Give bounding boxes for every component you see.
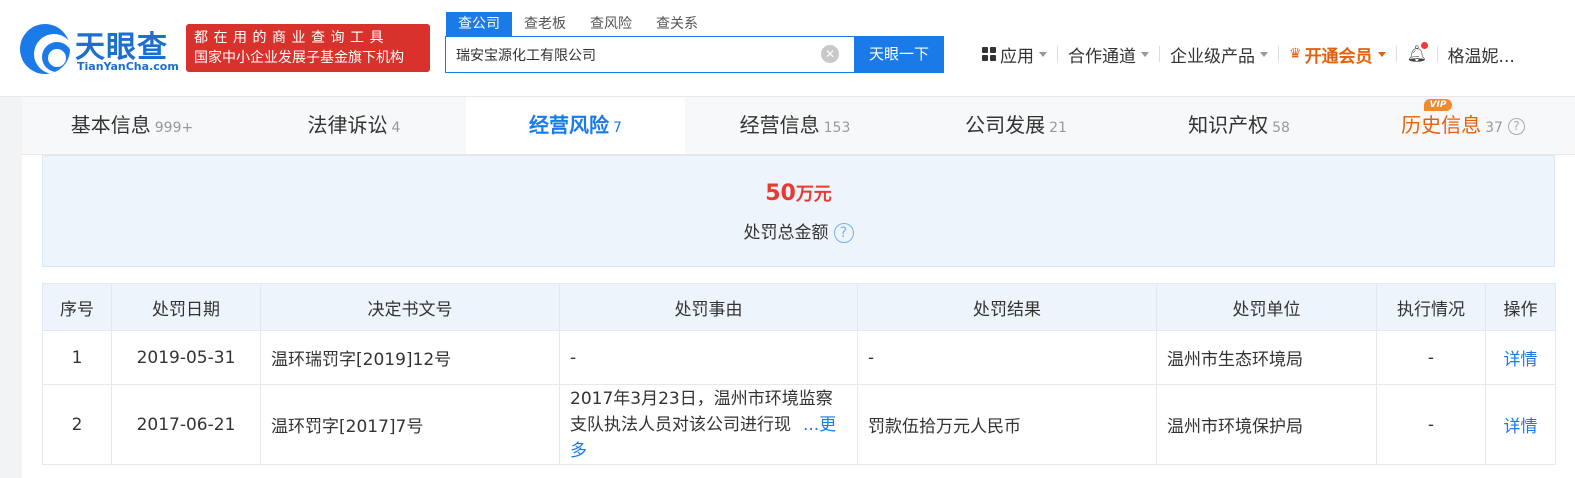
tab-label: 法律诉讼 [307,113,388,137]
cell-reason: 2017年3月23日，温州市环境监察支队执法人员对该公司进行现 ...更多 [559,384,858,465]
section-tabs: 基本信息 999+ 法律诉讼 4 经营风险 7 经营信息 153 公司发展 21 知识产权… [22,97,1575,155]
nav-user[interactable]: 格温妮... [1448,42,1515,67]
detail-link[interactable]: 详情 [1504,350,1538,370]
search-type-tabs: 查公司 查老板 查风险 查关系 [446,12,710,36]
table-row: 2 2017-06-21 温环罚字[2017]7号 2017年3月23日，温州市… [42,384,1556,465]
chevron-down-icon [1039,51,1047,57]
cell-doc: 温环罚字[2017]7号 [260,384,560,465]
cell-status: - [1376,384,1486,465]
col-header-date: 处罚日期 [111,283,261,331]
cell-org: 温州市生态环境局 [1156,330,1377,385]
slogan-line1: 都在用的商业查询工具 [194,30,389,46]
cell-status: - [1376,330,1486,385]
tab-count: 21 [1049,120,1067,136]
nav-apps[interactable]: 应用 [982,42,1047,67]
col-header-reason: 处罚事由 [559,283,858,331]
search-tab-risk[interactable]: 查风险 [578,12,644,36]
search-tab-company[interactable]: 查公司 [446,12,512,36]
cell-org: 温州市环境保护局 [1156,384,1377,465]
slogan-banner: 都在用的商业查询工具 国家中小企业发展子基金旗下机构 [186,24,430,72]
search-tab-boss[interactable]: 查老板 [512,12,578,36]
cell-no: 1 [42,330,112,385]
vip-badge: VIP [1424,99,1452,111]
tab-development[interactable]: 公司发展 21 [905,97,1127,154]
tab-business-risk[interactable]: 经营风险 7 [466,97,685,154]
tab-count: 58 [1272,120,1290,136]
tianyancha-logo[interactable]: 天眼查 TianYanCha.com [20,22,180,74]
main-content: 50万元 处罚总金额? 序号 处罚日期 决定书文号 处罚事由 处罚结果 处罚单位… [22,155,1575,478]
nav-vip[interactable]: ♛ 开通会员 [1289,42,1386,67]
clear-icon[interactable]: ✕ [821,45,839,63]
notification-dot [1420,42,1428,49]
chevron-down-icon [1377,51,1386,57]
cell-reason: - [559,330,858,385]
cell-action: 详情 [1485,384,1556,465]
tab-label: 经营风险 [529,113,610,137]
penalty-table: 序号 处罚日期 决定书文号 处罚事由 处罚结果 处罚单位 执行情况 操作 1 2… [42,283,1556,465]
tab-count: 37 [1485,120,1503,136]
tab-basic-info[interactable]: 基本信息 999+ [22,97,242,154]
reason-text: 2017年3月23日，温州市环境监察支队执法人员对该公司进行现 [570,388,833,435]
amount-value: 50 [765,181,796,206]
apps-grid-icon [982,47,996,61]
nav-apps-label: 应用 [1000,46,1034,67]
detail-link[interactable]: 详情 [1504,417,1538,437]
cell-result: 罚款伍拾万元人民币 [857,384,1157,465]
cell-no: 2 [42,384,112,465]
tab-label: 基本信息 [70,113,151,137]
penalty-summary: 50万元 处罚总金额? [42,155,1555,267]
tab-label: 历史信息 [1401,113,1482,137]
col-header-doc: 决定书文号 [260,283,560,331]
nav-vip-label: 开通会员 [1304,46,1373,67]
nav-enterprise-label: 企业级产品 [1170,46,1255,67]
tab-count: 153 [823,120,851,136]
search-button[interactable]: 天眼一下 [854,36,944,73]
help-icon[interactable]: ? [1507,118,1525,135]
tab-count: 7 [613,120,622,136]
chevron-down-icon [1141,51,1149,57]
cell-date: 2019-05-31 [111,330,261,385]
table-header-row: 序号 处罚日期 决定书文号 处罚事由 处罚结果 处罚单位 执行情况 操作 [42,283,1556,331]
cell-action: 详情 [1485,330,1556,385]
penalty-total-amount: 50万元 [43,180,1554,206]
cell-doc: 温环瑞罚字[2019]12号 [260,330,560,385]
slogan-line2: 国家中小企业发展子基金旗下机构 [194,50,404,66]
search-tab-relation[interactable]: 查关系 [644,12,710,36]
nav-enterprise[interactable]: 企业级产品 [1170,42,1268,67]
col-header-action: 操作 [1485,283,1556,331]
nav-notifications[interactable]: 🔔︎ [1407,42,1428,64]
cell-date: 2017-06-21 [111,384,261,465]
col-header-result: 处罚结果 [857,283,1157,331]
cell-result: - [857,330,1157,385]
help-icon[interactable]: ? [833,223,854,243]
col-header-org: 处罚单位 [1156,283,1377,331]
nav-channel[interactable]: 合作通道 [1068,42,1149,67]
tab-business-info[interactable]: 经营信息 153 [685,97,905,154]
col-header-no: 序号 [42,283,112,331]
search-input[interactable] [446,37,852,72]
tab-legal[interactable]: 法律诉讼 4 [242,97,466,154]
nav-channel-label: 合作通道 [1068,46,1136,67]
table-row: 1 2019-05-31 温环瑞罚字[2019]12号 - - 温州市生态环境局… [42,330,1556,385]
user-name: 格温妮... [1447,46,1515,67]
top-nav: 应用 合作通道 企业级产品 ♛ 开通会员 🔔︎ 格温妮... [982,40,1515,68]
col-header-status: 执行情况 [1376,283,1486,331]
tab-label: 经营信息 [739,113,820,137]
crown-icon: ♛ [1289,46,1302,62]
logo-mark-icon [20,24,70,74]
tab-history[interactable]: VIP 历史信息 37? [1351,97,1575,154]
tab-ip[interactable]: 知识产权 58 [1127,97,1351,154]
summary-label-text: 处罚总金额 [743,223,829,243]
penalty-total-label: 处罚总金额? [43,218,1554,243]
search-box: ✕ 天眼一下 [445,36,944,73]
chevron-down-icon [1260,51,1268,57]
amount-unit: 万元 [795,184,832,205]
tab-count: 999+ [154,120,194,136]
top-header: 天眼查 TianYanCha.com 都在用的商业查询工具 国家中小企业发展子基… [0,0,1575,97]
tab-count: 4 [391,120,401,136]
tab-label: 公司发展 [965,113,1046,137]
logo-domain: TianYanCha.com [77,60,179,73]
tab-label: 知识产权 [1188,113,1269,137]
